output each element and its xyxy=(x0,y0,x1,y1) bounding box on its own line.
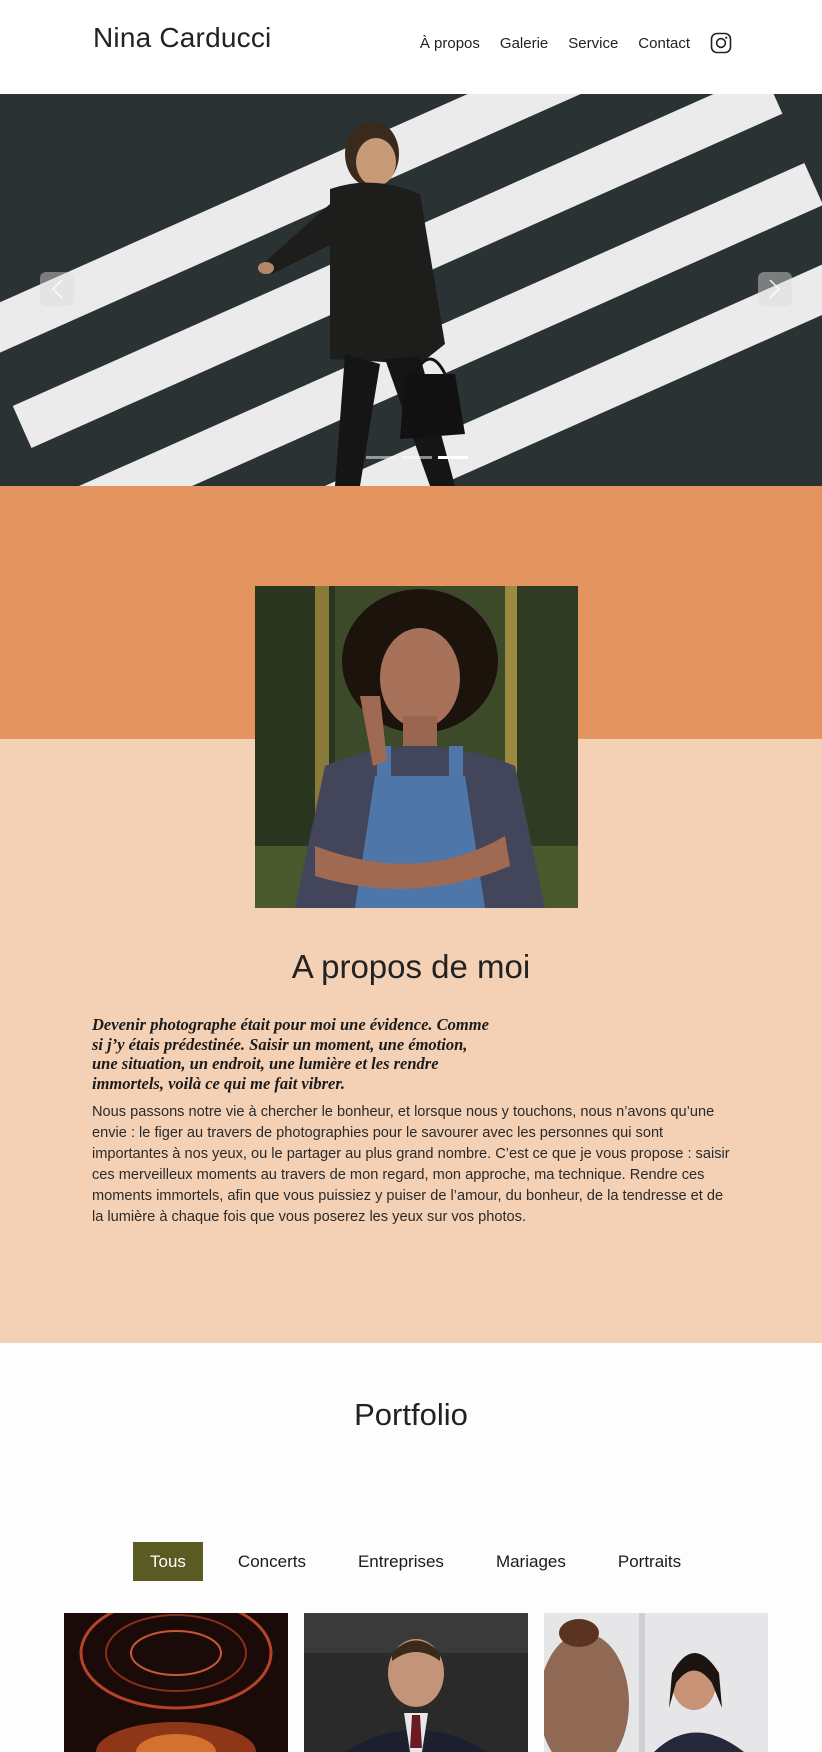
carousel-next-button[interactable] xyxy=(758,272,792,306)
nav-link-service[interactable]: Service xyxy=(568,35,618,52)
hero-carousel[interactable] xyxy=(0,94,822,486)
nav-link-galerie[interactable]: Galerie xyxy=(500,35,548,52)
carousel-slide-image xyxy=(0,94,822,486)
nav-link-apropos[interactable]: À propos xyxy=(420,35,480,52)
about-body-text: Nous passons notre vie à chercher le bon… xyxy=(92,1104,730,1225)
carousel-indicators xyxy=(366,456,468,459)
carousel-prev-button[interactable] xyxy=(40,272,74,306)
carousel-indicator-2[interactable] xyxy=(402,456,432,459)
chevron-right-icon xyxy=(768,278,782,300)
about-quote: Devenir photographe était pour moi une é… xyxy=(92,1015,489,1093)
gallery-item-concert[interactable] xyxy=(64,1613,288,1752)
portfolio-filters: Tous Concerts Entreprises Mariages Portr… xyxy=(133,1542,716,1581)
portfolio-title: Portfolio xyxy=(354,1397,468,1432)
filter-entreprises[interactable]: Entreprises xyxy=(341,1542,461,1581)
instagram-icon[interactable] xyxy=(710,32,732,54)
site-title[interactable]: Nina Carducci xyxy=(93,22,271,54)
gallery-item-entreprise[interactable] xyxy=(304,1613,528,1752)
about-title: A propos de moi xyxy=(291,948,531,985)
carousel-indicator-1[interactable] xyxy=(366,456,396,459)
filter-mariages[interactable]: Mariages xyxy=(479,1542,583,1581)
filter-portraits[interactable]: Portraits xyxy=(601,1542,698,1581)
chevron-left-icon xyxy=(50,278,64,300)
main-nav: À propos Galerie Service Contact xyxy=(400,32,732,54)
carousel-indicator-3[interactable] xyxy=(438,456,468,459)
filter-tous[interactable]: Tous xyxy=(133,1542,203,1581)
nav-link-contact[interactable]: Contact xyxy=(638,35,690,52)
site-header: Nina Carducci À propos Galerie Service C… xyxy=(0,0,822,94)
gallery-item-mariage[interactable] xyxy=(544,1613,768,1752)
about-portrait-image xyxy=(255,586,578,908)
filter-concerts[interactable]: Concerts xyxy=(221,1542,323,1581)
